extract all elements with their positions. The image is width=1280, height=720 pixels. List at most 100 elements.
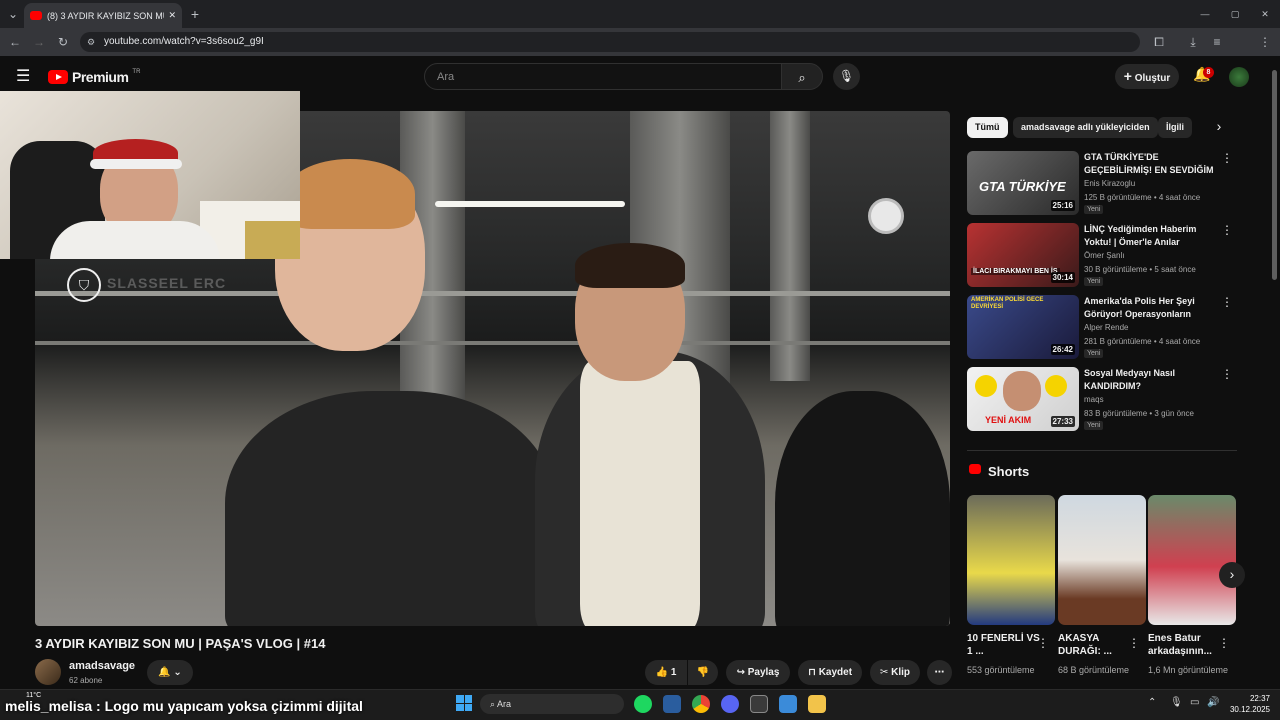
new-badge: Yeni: [1084, 421, 1104, 430]
tray-chevron-icon[interactable]: ⌃: [1148, 697, 1156, 708]
chrome-icon[interactable]: [692, 695, 710, 713]
browser-menu-icon[interactable]: ⋮: [1258, 32, 1272, 52]
more-vertical-icon[interactable]: ⋮: [1128, 636, 1140, 650]
chips-next-chevron-icon[interactable]: ›: [1210, 118, 1228, 138]
search-button[interactable]: ⌕: [781, 63, 823, 90]
recommendation-title: Amerika'da Polis Her Şeyi Görüyor! Opera…: [1084, 296, 1195, 319]
chevron-down-icon: ⌄: [173, 667, 182, 678]
search-input[interactable]: Ara: [424, 63, 782, 90]
like-button[interactable]: 👍 1: [645, 660, 687, 685]
shorts-next-chevron-icon[interactable]: ›: [1219, 562, 1245, 588]
recommendation-item[interactable]: İLACI BIRAKMAYI BEN İS 30:14 LİNÇ Yediği…: [967, 223, 1237, 289]
maximize-button[interactable]: ▢: [1226, 4, 1244, 24]
video-duration: 26:42: [1050, 344, 1075, 355]
save-button[interactable]: ⊓ Kaydet: [798, 660, 862, 685]
page-scrollbar[interactable]: [1272, 70, 1277, 280]
recommendation-meta: 125 B görüntüleme • 4 saat önce: [1084, 193, 1201, 202]
video-title: 3 AYDIR KAYIBIZ SON MU | PAŞA'S VLOG | #…: [35, 636, 326, 651]
thumbnail-text: AMERİKAN POLİSİ GECE DEVRİYESİ: [971, 297, 1044, 310]
more-vertical-icon[interactable]: ⋮: [1037, 636, 1049, 650]
create-label: Oluştur: [1134, 73, 1171, 84]
account-avatar[interactable]: [1229, 67, 1249, 87]
recommendation-meta: 281 B görüntüleme • 4 saat önce: [1084, 337, 1201, 346]
taskbar-search-label: Ara: [497, 699, 512, 709]
recommendation-channel: Enis Kirazoglu: [1084, 179, 1136, 188]
voice-search-button[interactable]: 🎙: [833, 63, 860, 90]
video-duration: 27:33: [1050, 416, 1075, 427]
video-duration: 30:14: [1050, 272, 1075, 283]
download-icon[interactable]: ⤓: [1184, 32, 1202, 52]
channel-name[interactable]: amadsavage: [69, 660, 135, 672]
minimize-button[interactable]: —: [1196, 4, 1214, 24]
video-watermark-text: SLASSEEL ERC: [107, 275, 227, 291]
thumbs-down-icon: 👎: [696, 667, 710, 678]
more-vertical-icon[interactable]: ⋮: [1218, 636, 1230, 650]
short-thumbnail[interactable]: [1058, 495, 1146, 625]
video-thumbnail[interactable]: YENİ AKIM 27:33: [967, 367, 1079, 431]
reload-icon[interactable]: ↻: [54, 32, 72, 52]
clock-date[interactable]: 30.12.2025: [1226, 705, 1270, 714]
more-vertical-icon[interactable]: ⋮: [1221, 151, 1233, 165]
webcam-overlay: [0, 91, 300, 259]
share-label: Paylaş: [747, 667, 780, 678]
close-window-button[interactable]: ✕: [1256, 4, 1274, 24]
file-explorer-icon[interactable]: [808, 695, 826, 713]
obs-icon[interactable]: [750, 695, 768, 713]
display-tray-icon[interactable]: ▭: [1190, 697, 1199, 708]
recommendation-item[interactable]: GTA TÜRKİYE 25:16 GTA TÜRKİYE'DE GEÇEBİL…: [967, 151, 1237, 217]
clip-button[interactable]: ✂ Klip: [870, 660, 920, 685]
recommendation-item[interactable]: YENİ AKIM 27:33 Sosyal Medyayı Nasıl KAN…: [967, 367, 1237, 433]
clock-time[interactable]: 22:37: [1236, 694, 1270, 703]
media-control-icon[interactable]: ≡: [1208, 32, 1226, 52]
share-button[interactable]: ↪ Paylaş: [726, 660, 790, 685]
tab-search-icon[interactable]: ⌄: [4, 4, 22, 24]
video-thumbnail[interactable]: AMERİKAN POLİSİ GECE DEVRİYESİ 26:42: [967, 295, 1079, 359]
spotify-icon[interactable]: [634, 695, 652, 713]
paint-icon[interactable]: [779, 695, 797, 713]
forward-arrow-icon[interactable]: →: [30, 32, 48, 52]
hamburger-menu-icon[interactable]: ☰: [16, 67, 30, 87]
app-icon[interactable]: [663, 695, 681, 713]
chip-related[interactable]: İlgili: [1158, 117, 1192, 138]
recommendation-meta: 83 B görüntüleme • 3 gün önce: [1084, 409, 1194, 418]
more-vertical-icon[interactable]: ⋮: [1221, 295, 1233, 309]
short-thumbnail[interactable]: [967, 495, 1055, 625]
thumbs-up-icon: 👍: [655, 667, 669, 678]
more-vertical-icon[interactable]: ⋮: [1221, 367, 1233, 381]
subscriber-count: 62 abone: [69, 676, 103, 685]
video-thumbnail[interactable]: GTA TÜRKİYE 25:16: [967, 151, 1079, 215]
recommendation-title: Sosyal Medyayı Nasıl KANDIRDIM?: [1084, 368, 1176, 391]
save-label: Kaydet: [818, 667, 853, 678]
browser-tab[interactable]: (8) 3 AYDIR KAYIBIZ SON MU | P ✕: [24, 3, 182, 28]
short-thumbnail[interactable]: [1148, 495, 1236, 625]
more-vertical-icon[interactable]: ⋮: [1221, 223, 1233, 237]
dislike-button[interactable]: 👎: [688, 660, 718, 685]
tab-close-icon[interactable]: ✕: [168, 10, 176, 21]
windows-start-icon[interactable]: [456, 695, 472, 711]
mic-tray-icon[interactable]: 🎙: [1170, 697, 1183, 708]
back-arrow-icon[interactable]: ←: [6, 32, 24, 52]
tab-title: (8) 3 AYDIR KAYIBIZ SON MU | P: [47, 10, 164, 21]
like-count: 1: [670, 667, 677, 678]
site-info-icon[interactable]: ⚙: [87, 32, 95, 52]
url-text: youtube.com/watch?v=3s6sou2_g9I: [104, 36, 264, 47]
short-title: Enes Batur arkadaşının...: [1148, 633, 1212, 657]
new-tab-button[interactable]: +: [186, 4, 204, 24]
discord-icon[interactable]: [721, 695, 739, 713]
more-actions-button[interactable]: ⋯: [927, 660, 952, 685]
volume-tray-icon[interactable]: 🔊: [1207, 697, 1219, 708]
extensions-icon[interactable]: ⧠: [1150, 32, 1168, 52]
recommendation-item[interactable]: AMERİKAN POLİSİ GECE DEVRİYESİ 26:42 Ame…: [967, 295, 1237, 361]
youtube-logo[interactable]: Premium TR: [48, 69, 140, 85]
video-thumbnail[interactable]: İLACI BIRAKMAYI BEN İS 30:14: [967, 223, 1079, 287]
new-badge: Yeni: [1084, 349, 1104, 358]
recommendation-channel: maqs: [1084, 395, 1104, 404]
chip-from-uploader[interactable]: amadsavage adlı yükleyiciden: [1013, 117, 1158, 138]
create-button[interactable]: + Oluştur: [1115, 64, 1179, 89]
subscription-bell-button[interactable]: 🔔 ⌄: [147, 660, 193, 685]
taskbar-search-box[interactable]: ⌕ Ara: [480, 694, 624, 714]
recommendation-channel: Ömer Şanlı: [1084, 251, 1125, 260]
address-bar-input[interactable]: ⚙ youtube.com/watch?v=3s6sou2_g9I: [80, 32, 1140, 52]
chip-all[interactable]: Tümü: [967, 117, 1008, 138]
channel-avatar[interactable]: [35, 659, 61, 685]
